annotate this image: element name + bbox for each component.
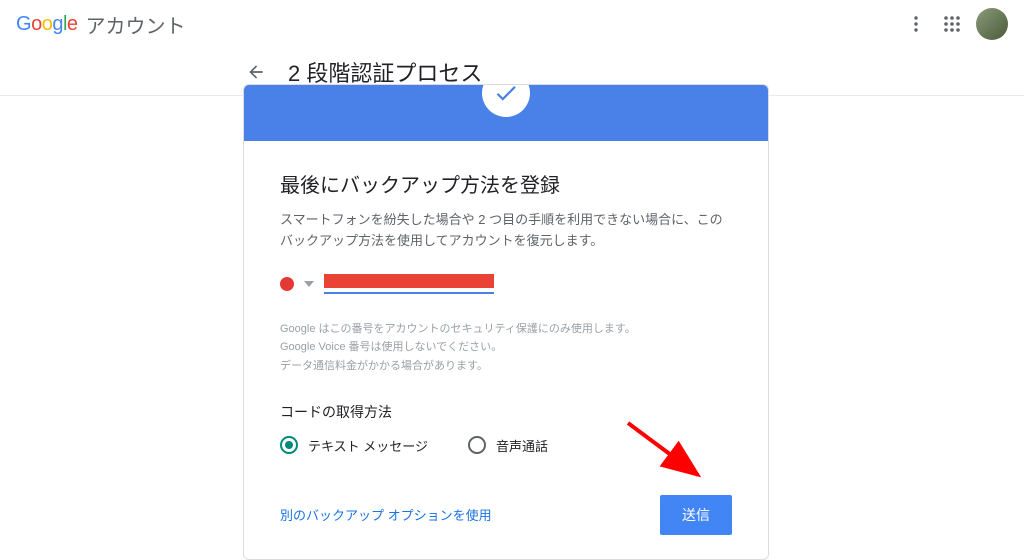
- radio-selected-icon: [280, 436, 298, 454]
- top-bar-right: [904, 8, 1008, 40]
- submit-button[interactable]: 送信: [660, 495, 732, 535]
- avatar[interactable]: [976, 8, 1008, 40]
- disclaimer-text: Google はこの番号をアカウントのセキュリティ保護にのみ使用します。 Goo…: [280, 320, 732, 376]
- country-flag-icon[interactable]: [280, 277, 294, 291]
- radio-option-text[interactable]: テキスト メッセージ: [280, 436, 428, 455]
- card-body: 最後にバックアップ方法を登録 スマートフォンを紛失した場合や 2 つ目の手順を利…: [244, 141, 768, 559]
- radio-option-voice[interactable]: 音声通話: [468, 436, 548, 455]
- alt-backup-link[interactable]: 別のバックアップ オプションを使用: [280, 505, 492, 524]
- phone-value-redacted: [324, 274, 494, 288]
- main-card: 最後にバックアップ方法を登録 スマートフォンを紛失した場合や 2 つ目の手順を利…: [243, 84, 769, 560]
- disclaimer-line: Google Voice 番号は使用しないでください。: [280, 338, 732, 357]
- card-footer: 別のバックアップ オプションを使用 送信: [280, 495, 732, 535]
- check-circle-icon: [482, 84, 530, 117]
- google-logo: Google: [16, 13, 78, 36]
- phone-underline: [324, 292, 494, 294]
- radio-label: テキスト メッセージ: [308, 436, 428, 455]
- disclaimer-line: データ通信料金がかかる場合があります。: [280, 357, 732, 376]
- apps-grid-icon[interactable]: [940, 12, 964, 36]
- page-title: 2 段階認証プロセス: [288, 56, 482, 88]
- radio-unselected-icon: [468, 436, 486, 454]
- account-label: アカウント: [86, 10, 186, 39]
- card-description: スマートフォンを紛失した場合や 2 つ目の手順を利用できない場合に、このバックア…: [280, 210, 732, 252]
- more-options-icon[interactable]: [904, 12, 928, 36]
- phone-input[interactable]: [324, 274, 504, 294]
- card-banner: [244, 85, 768, 141]
- disclaimer-line: Google はこの番号をアカウントのセキュリティ保護にのみ使用します。: [280, 320, 732, 339]
- chevron-down-icon[interactable]: [304, 281, 314, 287]
- card-title: 最後にバックアップ方法を登録: [280, 169, 732, 198]
- back-arrow-icon[interactable]: [244, 60, 268, 84]
- radio-label: 音声通話: [496, 436, 548, 455]
- method-title: コードの取得方法: [280, 402, 732, 422]
- phone-input-row: [280, 274, 732, 294]
- top-bar: Google アカウント: [0, 0, 1024, 48]
- radio-group: テキスト メッセージ 音声通話: [280, 436, 732, 455]
- top-bar-left: Google アカウント: [16, 10, 186, 39]
